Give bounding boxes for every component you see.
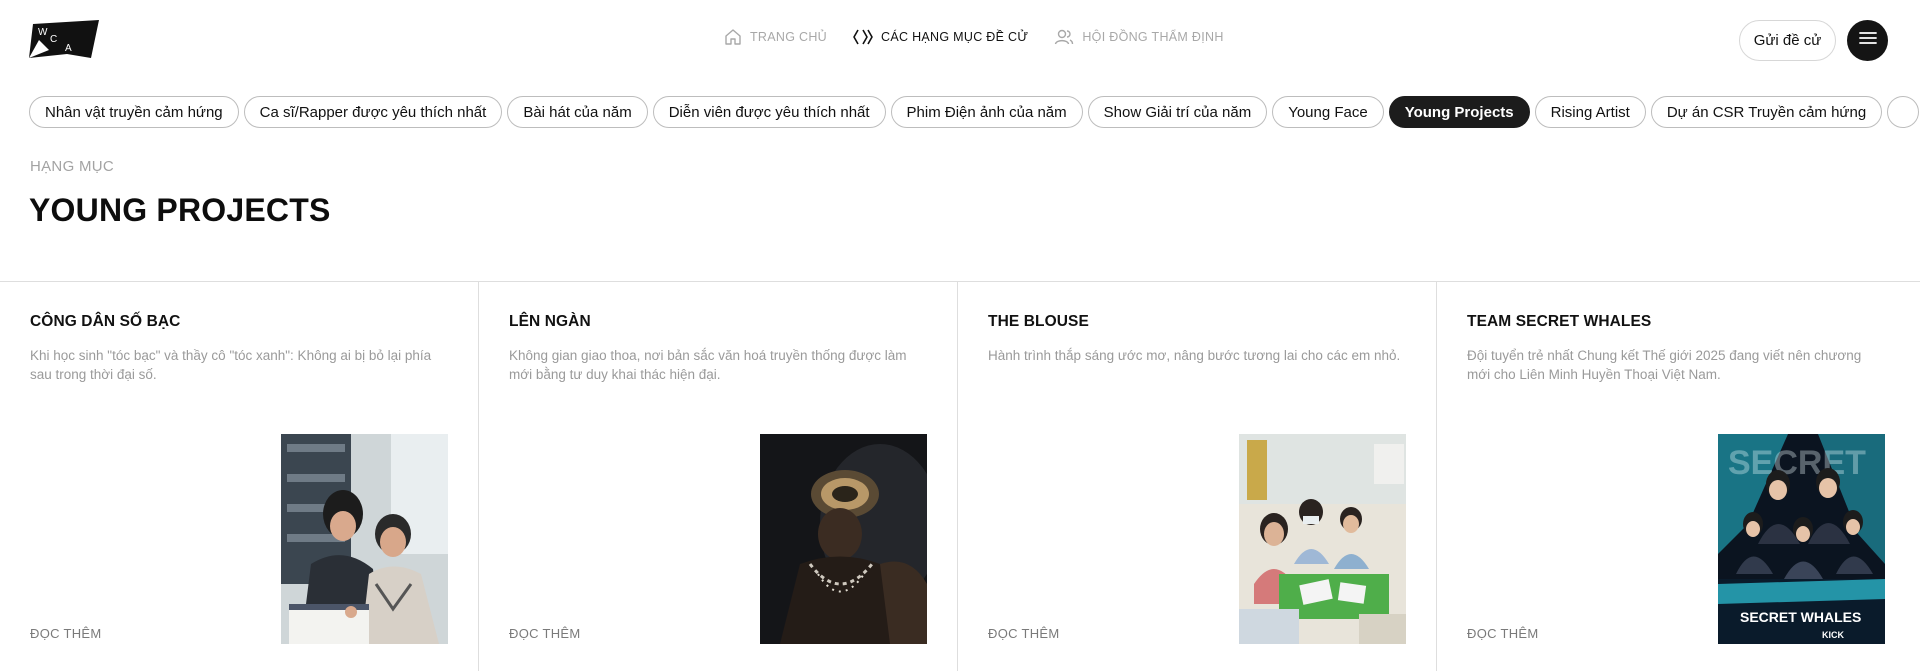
tab-du-an-csr[interactable]: Dự án CSR Truyền cảm hứng (1650, 96, 1883, 128)
submit-nomination-button[interactable]: Gửi đề cử (1739, 20, 1836, 61)
card-description: Khi học sinh "tóc bạc" và thầy cô "tóc x… (30, 348, 432, 382)
project-card[interactable]: LÊN NGÀN Không gian giao thoa, nơi bản s… (479, 282, 958, 671)
card-image[interactable] (1239, 434, 1406, 644)
tab-dien-vien[interactable]: Diễn viên được yêu thích nhất (652, 96, 886, 128)
poster-title: SECRET WHALES (1740, 609, 1861, 625)
hamburger-icon (1858, 31, 1877, 50)
wca-logo[interactable]: W C A (29, 20, 101, 60)
card-description: Không gian giao thoa, nơi bản sắc văn ho… (509, 348, 907, 382)
card-description: Đội tuyển trẻ nhất Chung kết Thế giới 20… (1467, 348, 1862, 382)
menu-button[interactable] (1847, 20, 1888, 61)
project-cards: CÔNG DÂN SỐ BẠC Khi học sinh "tóc bạc" v… (0, 281, 1920, 671)
tab-bai-hat-cua-nam[interactable]: Bài hát của năm (507, 96, 648, 128)
card-image[interactable] (281, 434, 448, 644)
category-tabs: Nhân vật truyền cảm hứng Ca sĩ/Rapper đư… (29, 96, 1920, 128)
poster-sponsor: KICK (1822, 630, 1844, 640)
logo-letter-c: C (50, 34, 57, 45)
tab-show-giai-tri[interactable]: Show Giải trí của năm (1087, 96, 1268, 128)
logo-letter-a: A (65, 43, 72, 54)
card-image[interactable] (760, 434, 927, 644)
nav-label: TRANG CHỦ (750, 30, 828, 44)
nav-label: HỘI ĐỒNG THẨM ĐỊNH (1082, 30, 1224, 44)
main-nav: TRANG CHỦ CÁC HẠNG MỤC ĐỀ CỬ HỘI ĐỒNG TH… (724, 28, 1224, 46)
card-title: LÊN NGÀN (509, 313, 591, 330)
project-card[interactable]: CÔNG DÂN SỐ BẠC Khi học sinh "tóc bạc" v… (0, 282, 479, 671)
project-card[interactable]: THE BLOUSE Hành trình thắp sáng ước mơ, … (958, 282, 1437, 671)
tab-ca-si-rapper[interactable]: Ca sĩ/Rapper được yêu thích nhất (243, 96, 503, 128)
card-title: CÔNG DÂN SỐ BẠC (30, 313, 181, 330)
tab-nhan-vat-truyen-cam-hung[interactable]: Nhân vật truyền cảm hứng (29, 96, 239, 128)
site-header: W C A TRANG CHỦ CÁC HẠNG MỤC ĐỀ CỬ HỘI Đ… (0, 0, 1920, 80)
nav-item-home[interactable]: TRANG CHỦ (724, 28, 827, 46)
nav-label: CÁC HẠNG MỤC ĐỀ CỬ (881, 30, 1029, 44)
card-description: Hành trình thắp sáng ước mơ, nâng bước t… (988, 348, 1401, 363)
users-icon (1054, 28, 1074, 46)
project-card[interactable]: TEAM SECRET WHALES Đội tuyển trẻ nhất Ch… (1437, 282, 1920, 671)
chevrons-icon (853, 28, 873, 46)
tab-young-face[interactable]: Young Face (1272, 96, 1384, 128)
read-more-link[interactable]: ĐỌC THÊM (509, 626, 581, 641)
nav-item-categories[interactable]: CÁC HẠNG MỤC ĐỀ CỬ (853, 28, 1028, 46)
nav-item-jury[interactable]: HỘI ĐỒNG THẨM ĐỊNH (1054, 28, 1223, 46)
home-icon (724, 28, 742, 46)
tab-overflow[interactable] (1887, 96, 1920, 128)
card-image[interactable]: SECRET SECRET WHALES KICK (1718, 434, 1885, 644)
read-more-link[interactable]: ĐỌC THÊM (988, 626, 1060, 641)
section-eyebrow: HẠNG MỤC (30, 158, 115, 175)
tab-phim-dien-anh[interactable]: Phim Điện ảnh của năm (890, 96, 1083, 128)
tab-young-projects[interactable]: Young Projects (1388, 96, 1530, 128)
poster-watermark: SECRET (1728, 444, 1866, 482)
read-more-link[interactable]: ĐỌC THÊM (1467, 626, 1539, 641)
logo-letter-w: W (38, 27, 48, 38)
card-title: THE BLOUSE (988, 313, 1089, 330)
page-title: YOUNG PROJECTS (29, 192, 331, 228)
read-more-link[interactable]: ĐỌC THÊM (30, 626, 102, 641)
card-title: TEAM SECRET WHALES (1467, 313, 1652, 330)
tab-rising-artist[interactable]: Rising Artist (1534, 96, 1646, 128)
